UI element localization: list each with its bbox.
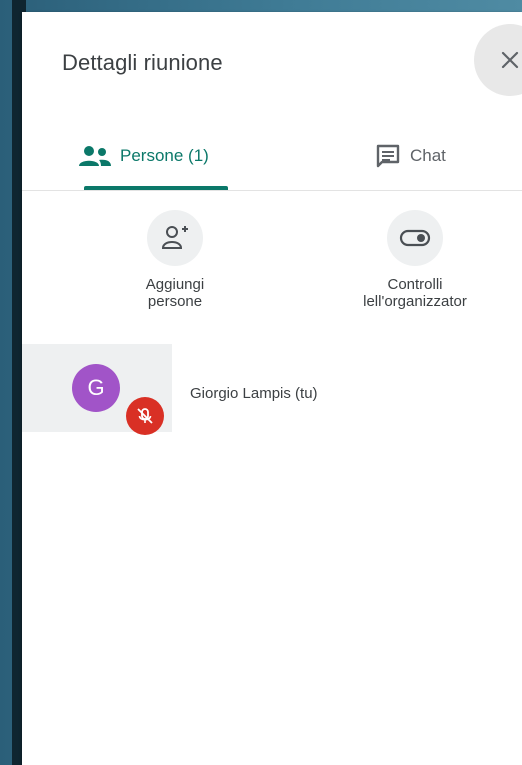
host-controls-circle[interactable] [387, 210, 443, 266]
chat-icon [376, 144, 400, 168]
mic-muted-badge [126, 397, 164, 435]
tab-chat-label: Chat [410, 146, 446, 165]
add-people-circle[interactable] [147, 210, 203, 266]
tab-chat[interactable]: Chat [374, 138, 446, 174]
toggle-icon [399, 229, 431, 247]
avatar: G [72, 364, 120, 412]
host-controls-label: Controlli lell'organizzator [363, 276, 467, 310]
participant-row[interactable]: G Giorgio Lampis (tu) [22, 344, 522, 435]
mic-off-icon [137, 408, 153, 424]
tab-people[interactable]: Persone (1) [78, 138, 209, 174]
add-people-button[interactable]: Aggiungi persone [100, 210, 250, 310]
meeting-details-panel: Dettagli riunione Persone (1) Chat Aggiu… [22, 12, 522, 765]
tab-people-label: Persone (1) [120, 146, 209, 165]
participant-name: Giorgio Lampis (tu) [190, 385, 318, 402]
add-people-label: Aggiungi persone [145, 276, 205, 310]
add-person-icon [161, 226, 188, 249]
panel-title: Dettagli riunione [62, 50, 223, 75]
close-icon [501, 51, 519, 69]
tab-divider [22, 190, 522, 191]
host-controls-button[interactable]: Controlli lell'organizzator [340, 210, 490, 310]
people-icon [79, 146, 111, 166]
avatar-initial: G [87, 375, 105, 400]
close-button[interactable] [474, 24, 522, 96]
